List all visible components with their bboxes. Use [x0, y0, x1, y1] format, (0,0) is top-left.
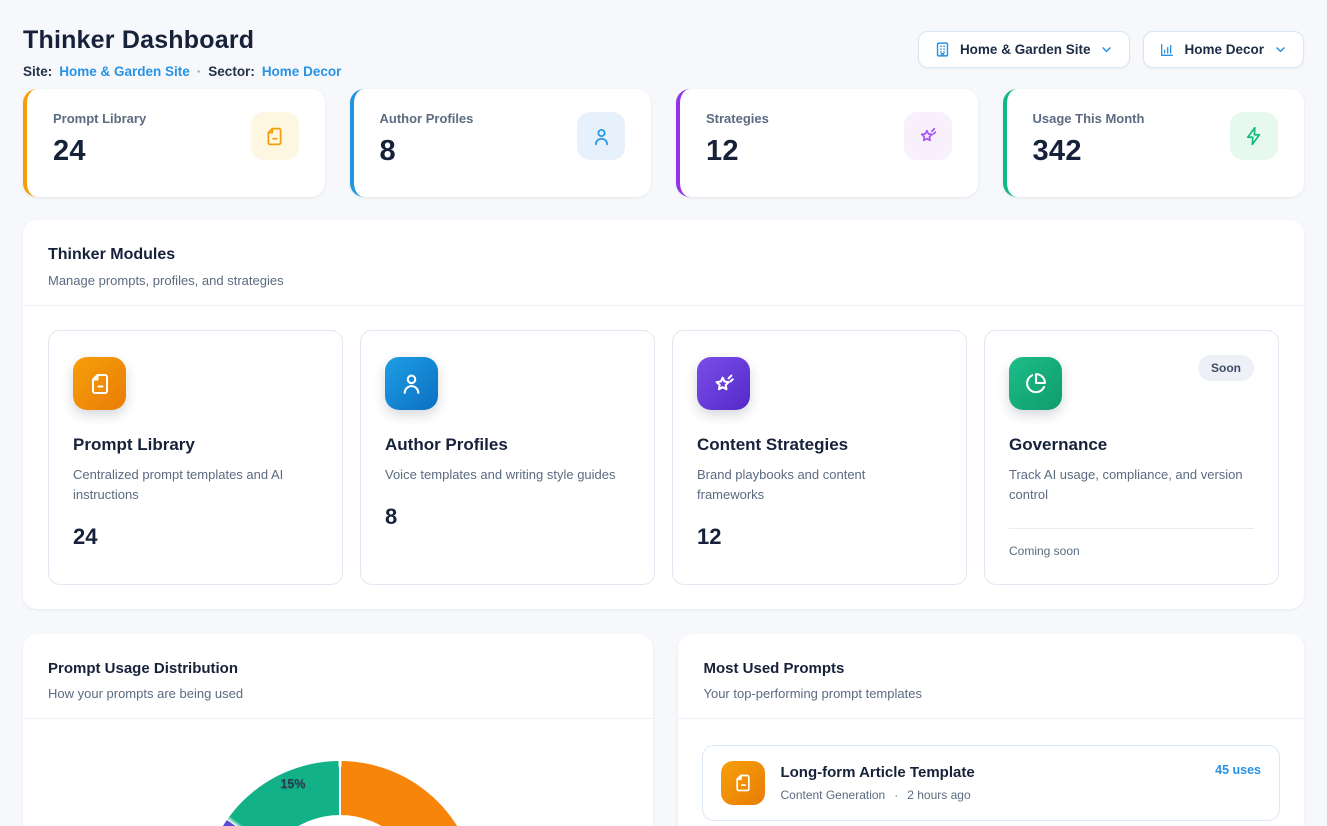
module-title: Governance — [1009, 435, 1254, 455]
separator-dot: · — [894, 788, 898, 802]
site-label: Site: — [23, 64, 52, 79]
prompt-list: Long-form Article Template Content Gener… — [678, 719, 1304, 826]
chevron-down-icon — [1273, 42, 1288, 57]
sparkle-star-icon — [904, 112, 952, 160]
pie-chart-icon — [1009, 357, 1062, 410]
user-icon — [385, 357, 438, 410]
modules-grid: Prompt Library Centralized prompt templa… — [23, 306, 1304, 609]
header-titles: Thinker Dashboard Site: Home & Garden Si… — [23, 24, 341, 79]
module-description: Centralized prompt templates and AI inst… — [73, 465, 309, 505]
prompt-item-meta: Content Generation · 2 hours ago — [780, 788, 974, 802]
sector-selector-label: Home Decor — [1184, 42, 1264, 57]
stat-card-author-profiles: Author Profiles 8 — [350, 89, 652, 197]
stat-card-usage: Usage This Month 342 — [1003, 89, 1305, 197]
separator-dot: · — [197, 64, 202, 79]
bar-chart-icon — [1159, 42, 1175, 58]
stat-label: Usage This Month — [1033, 111, 1145, 126]
prompt-item-time: 2 hours ago — [907, 788, 970, 802]
most-used-prompts-panel: Most Used Prompts Your top-performing pr… — [678, 634, 1304, 826]
stat-value: 8 — [380, 135, 474, 168]
module-card-content-strategies[interactable]: Content Strategies Brand playbooks and c… — [672, 330, 967, 585]
donut-hole — [256, 815, 424, 826]
divider — [1009, 528, 1254, 529]
prompt-item-uses-badge: 45 uses — [1215, 763, 1261, 777]
stat-card-strategies: Strategies 12 — [676, 89, 978, 197]
site-link[interactable]: Home & Garden Site — [59, 64, 190, 79]
stat-value: 12 — [706, 135, 769, 168]
zap-icon — [1230, 112, 1278, 160]
stat-card-prompt-library: Prompt Library 24 — [23, 89, 325, 197]
stat-value: 24 — [53, 135, 146, 168]
prompt-item-title: Long-form Article Template — [780, 764, 974, 781]
page-title: Thinker Dashboard — [23, 26, 341, 55]
soon-badge: Soon — [1198, 355, 1254, 381]
prompt-item-category: Content Generation — [780, 788, 885, 802]
user-icon — [577, 112, 625, 160]
building-icon — [934, 41, 951, 58]
page-header: Thinker Dashboard Site: Home & Garden Si… — [23, 24, 1304, 79]
usage-subtitle: How your prompts are being used — [48, 686, 628, 701]
module-description: Voice templates and writing style guides — [385, 465, 621, 485]
stat-label: Prompt Library — [53, 111, 146, 126]
modules-title: Thinker Modules — [48, 246, 1279, 264]
most-used-title: Most Used Prompts — [703, 660, 1279, 677]
module-description: Track AI usage, compliance, and version … — [1009, 465, 1245, 505]
document-icon — [251, 112, 299, 160]
bottom-row: Prompt Usage Distribution How your promp… — [23, 634, 1304, 826]
prompt-list-item[interactable]: Long-form Article Template Content Gener… — [702, 745, 1280, 821]
modules-subtitle: Manage prompts, profiles, and strategies — [48, 273, 1279, 288]
module-description: Brand playbooks and content frameworks — [697, 465, 933, 505]
dashboard-page: Thinker Dashboard Site: Home & Garden Si… — [0, 0, 1327, 826]
usage-title: Prompt Usage Distribution — [48, 660, 628, 677]
chevron-down-icon — [1099, 42, 1114, 57]
module-title: Content Strategies — [697, 435, 942, 455]
coming-soon-text: Coming soon — [1009, 544, 1254, 558]
module-card-governance[interactable]: Soon Governance Track AI usage, complian… — [984, 330, 1279, 585]
sparkle-star-icon — [697, 357, 750, 410]
sector-selector-dropdown[interactable]: Home Decor — [1143, 31, 1304, 68]
sector-label: Sector: — [208, 64, 255, 79]
module-count: 8 — [385, 504, 630, 530]
stat-value: 342 — [1033, 135, 1145, 168]
sector-link[interactable]: Home Decor — [262, 64, 342, 79]
site-selector-dropdown[interactable]: Home & Garden Site — [918, 31, 1131, 68]
donut-slice-label: 15% — [270, 777, 316, 791]
prompt-usage-panel: Prompt Usage Distribution How your promp… — [23, 634, 653, 826]
document-icon — [721, 761, 765, 805]
thinker-modules-panel: Thinker Modules Manage prompts, profiles… — [23, 220, 1304, 609]
site-selector-label: Home & Garden Site — [960, 42, 1091, 57]
stat-label: Author Profiles — [380, 111, 474, 126]
module-card-author-profiles[interactable]: Author Profiles Voice templates and writ… — [360, 330, 655, 585]
stat-label: Strategies — [706, 111, 769, 126]
module-count: 12 — [697, 524, 942, 550]
donut-chart: 15% — [23, 719, 653, 826]
header-actions: Home & Garden Site Home Decor — [918, 31, 1304, 68]
module-card-prompt-library[interactable]: Prompt Library Centralized prompt templa… — [48, 330, 343, 585]
most-used-subtitle: Your top-performing prompt templates — [703, 686, 1279, 701]
stat-cards-row: Prompt Library 24 Author Profiles 8 Stra… — [23, 89, 1304, 197]
module-title: Author Profiles — [385, 435, 630, 455]
breadcrumb: Site: Home & Garden Site · Sector: Home … — [23, 64, 341, 79]
document-icon — [73, 357, 126, 410]
module-count: 24 — [73, 524, 318, 550]
module-title: Prompt Library — [73, 435, 318, 455]
